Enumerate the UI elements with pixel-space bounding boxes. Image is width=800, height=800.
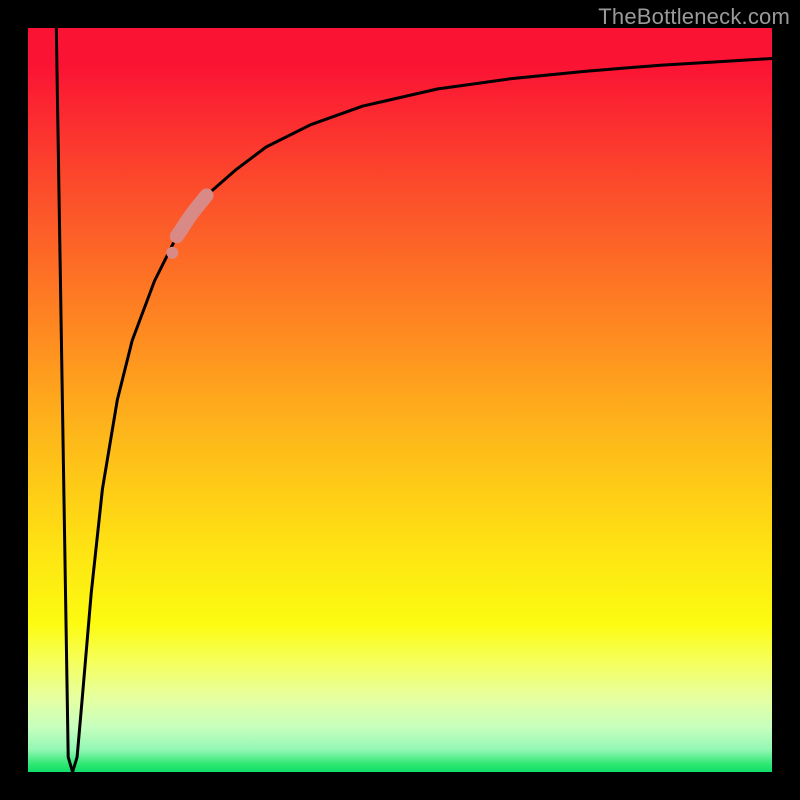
plot-area [28, 28, 772, 772]
highlight-segment-path [177, 195, 207, 236]
bottleneck-curve-path [56, 28, 772, 772]
chart-frame: TheBottleneck.com [0, 0, 800, 800]
watermark-text: TheBottleneck.com [598, 4, 790, 30]
highlight-end-dot [166, 247, 178, 259]
curve-layer [28, 28, 772, 772]
